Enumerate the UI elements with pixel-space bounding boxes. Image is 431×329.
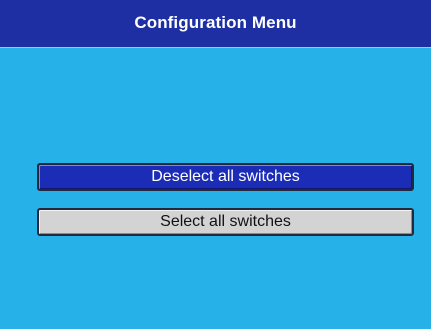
select-all-switches-button[interactable]: Select all switches — [37, 208, 414, 236]
configuration-screen: Configuration Menu Deselect all switches… — [0, 0, 431, 329]
title-bar: Configuration Menu — [0, 0, 431, 48]
deselect-all-switches-button[interactable]: Deselect all switches — [37, 163, 414, 191]
menu-panel: Deselect all switches Select all switche… — [0, 48, 431, 329]
window-title: Configuration Menu — [134, 13, 297, 32]
